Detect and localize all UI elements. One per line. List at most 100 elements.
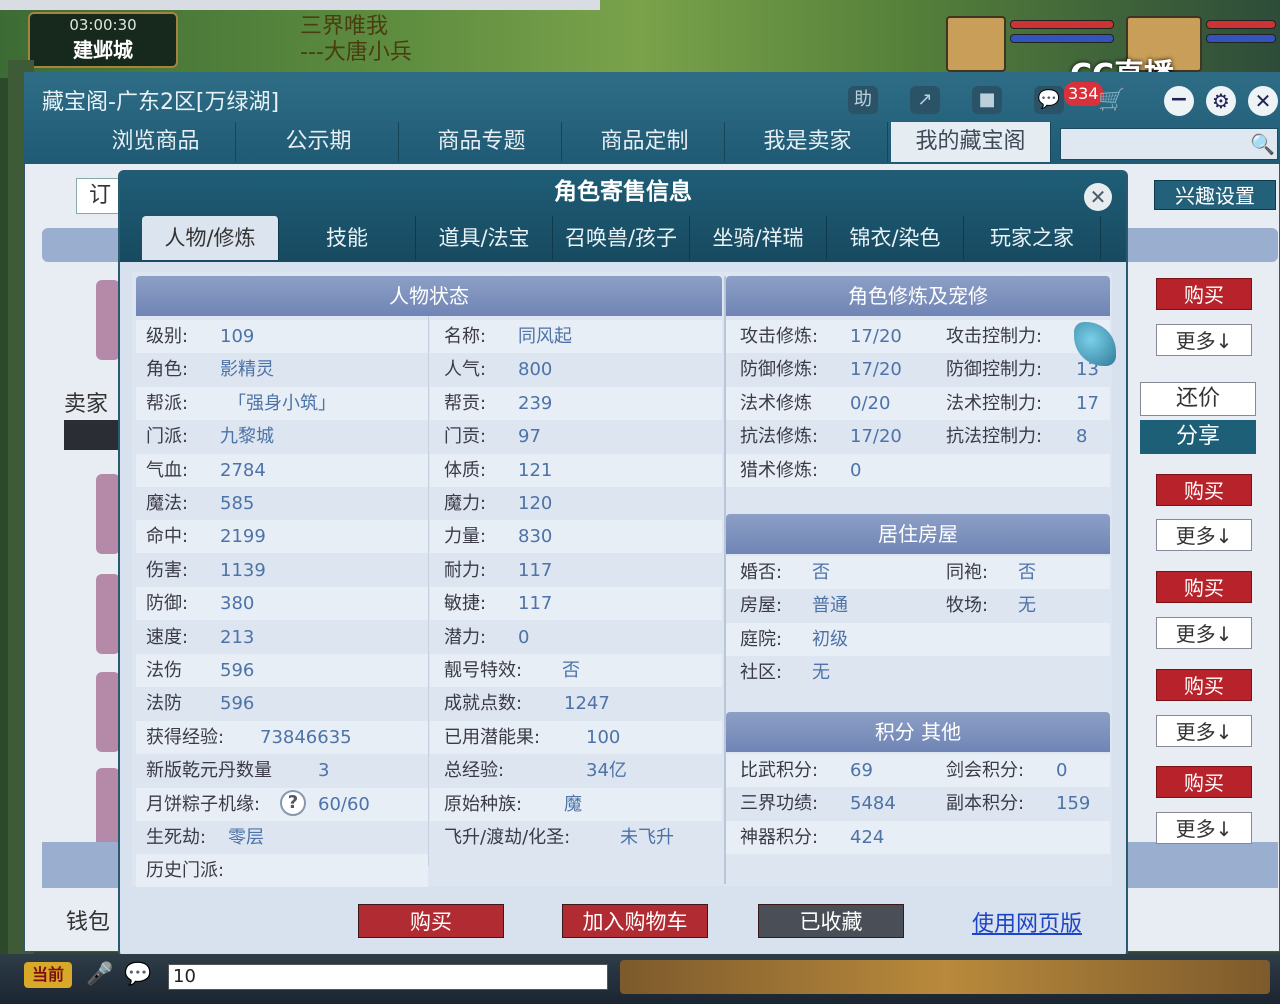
house-section-title: 居住房屋 bbox=[726, 514, 1110, 554]
status-right-5-label: 魔力: bbox=[444, 493, 487, 514]
item-thumbnail[interactable] bbox=[96, 768, 120, 848]
item-thumbnail[interactable] bbox=[96, 672, 120, 752]
browser-tabstrip bbox=[0, 0, 600, 10]
side-more-button[interactable]: 更多↓ bbox=[1156, 519, 1252, 551]
status-right-12-value: 100 bbox=[586, 726, 621, 748]
status-left-2-value: 「强身小筑」 bbox=[228, 392, 336, 414]
dialog-close-icon[interactable]: ✕ bbox=[1084, 183, 1112, 211]
house-2-value: 初级 bbox=[812, 628, 848, 650]
nav-browse[interactable]: 浏览商品 bbox=[76, 122, 236, 162]
nav-publicity[interactable]: 公示期 bbox=[239, 122, 399, 162]
help-icon[interactable]: ? bbox=[280, 790, 306, 816]
cultivation-4-label: 猎术修炼: bbox=[740, 459, 819, 481]
side-buy-button[interactable]: 购买 bbox=[1156, 766, 1252, 798]
status-left-11-label: 法防 bbox=[146, 693, 182, 715]
status-left-5-value: 585 bbox=[220, 493, 255, 514]
npc-title: 三界唯我 bbox=[300, 14, 389, 39]
tab-outfits[interactable]: 锦衣/染色 bbox=[827, 216, 964, 260]
score-section-title: 积分 其他 bbox=[726, 712, 1110, 752]
chat-icon[interactable]: 💬 bbox=[1034, 86, 1064, 114]
cultivation-1-label: 防御修炼: bbox=[740, 359, 819, 381]
side-buy-button[interactable]: 购买 bbox=[1156, 571, 1252, 603]
status-right-13-label: 总经验: bbox=[444, 760, 505, 782]
status-right-10-label: 靓号特效: bbox=[444, 660, 523, 681]
player-mp-bar bbox=[1206, 34, 1276, 43]
chat-bubble-icon[interactable]: 💬 bbox=[124, 962, 151, 987]
score-1-value: 5484 bbox=[850, 793, 896, 815]
nav-my-treasure[interactable]: 我的藏宝阁 bbox=[891, 122, 1051, 162]
chat-input[interactable]: 10 bbox=[168, 964, 608, 990]
side-more-button[interactable]: 更多↓ bbox=[1156, 812, 1252, 844]
status-left-13-value: 3 bbox=[318, 760, 330, 782]
status-right-11-value: 1247 bbox=[564, 693, 610, 715]
cultivation-2-label: 法术修炼 bbox=[740, 392, 812, 414]
add-to-cart-button[interactable]: 加入购物车 bbox=[562, 904, 708, 938]
score2-0-label: 剑会积分: bbox=[946, 760, 1025, 781]
seller-button[interactable] bbox=[64, 420, 124, 450]
pet-portrait[interactable] bbox=[946, 16, 1006, 72]
gear-icon[interactable]: ⚙ bbox=[1206, 86, 1236, 116]
favorited-button[interactable]: 已收藏 bbox=[758, 904, 904, 938]
row-stripe bbox=[726, 556, 1110, 589]
status-left-10-label: 法伤 bbox=[146, 660, 182, 681]
status-right-7-value: 117 bbox=[518, 559, 553, 581]
status-right-3-label: 门贡: bbox=[444, 426, 487, 448]
control-3-value: 8 bbox=[1076, 426, 1088, 448]
buy-button[interactable]: 购买 bbox=[358, 904, 504, 938]
side-buy-button[interactable]: 购买 bbox=[1156, 474, 1252, 506]
score-0-value: 69 bbox=[850, 760, 873, 781]
chat-channel-tab[interactable]: 当前 bbox=[24, 962, 72, 988]
cultivation-3-label: 抗法修炼: bbox=[740, 426, 819, 448]
minimize-icon[interactable]: − bbox=[1164, 86, 1194, 116]
status-right-13-value: 34亿 bbox=[586, 760, 627, 782]
side-more-button[interactable]: 更多↓ bbox=[1156, 324, 1252, 356]
game-function-icons[interactable] bbox=[620, 960, 1270, 994]
stop-icon[interactable]: ■ bbox=[972, 86, 1002, 114]
status-left-3-value: 九黎城 bbox=[220, 426, 274, 448]
status-right-9-value: 0 bbox=[518, 626, 530, 648]
search-icon[interactable]: 🔍 bbox=[1250, 132, 1275, 156]
status-right-14-label: 原始种族: bbox=[444, 793, 523, 815]
microphone-icon[interactable]: 🎤 bbox=[86, 962, 113, 987]
cart-icon[interactable]: 🛒 bbox=[1098, 88, 1125, 113]
npc-name: ---大唐小兵 bbox=[300, 40, 412, 65]
side-buy-button[interactable]: 购买 bbox=[1156, 278, 1252, 310]
item-thumbnail[interactable] bbox=[96, 280, 120, 360]
tab-skills[interactable]: 技能 bbox=[279, 216, 416, 260]
status-left-15-label: 生死劫: bbox=[146, 827, 207, 848]
interest-settings-button[interactable]: 兴趣设置 bbox=[1154, 180, 1276, 210]
item-thumbnail[interactable] bbox=[96, 574, 120, 654]
status-left-6-value: 2199 bbox=[220, 526, 266, 548]
status-right-11-label: 成就点数: bbox=[444, 693, 523, 715]
tab-items[interactable]: 道具/法宝 bbox=[416, 216, 553, 260]
status-left-0-label: 级别: bbox=[146, 326, 189, 347]
tab-mounts[interactable]: 坐骑/祥瑞 bbox=[690, 216, 827, 260]
nav-topics[interactable]: 商品专题 bbox=[402, 122, 562, 162]
share-button[interactable]: 分享 bbox=[1140, 420, 1256, 454]
house2-1-label: 牧场: bbox=[946, 595, 989, 617]
tab-home[interactable]: 玩家之家 bbox=[964, 216, 1101, 260]
score2-1-value: 159 bbox=[1056, 793, 1091, 815]
nav-custom[interactable]: 商品定制 bbox=[565, 122, 725, 162]
side-buy-button[interactable]: 购买 bbox=[1156, 669, 1252, 701]
cultivation-2-value: 0/20 bbox=[850, 392, 891, 414]
city-name: 建邺城 bbox=[73, 38, 133, 62]
nav-seller[interactable]: 我是卖家 bbox=[728, 122, 888, 162]
search-input[interactable] bbox=[1060, 128, 1278, 160]
share-icon[interactable]: ↗ bbox=[910, 86, 940, 114]
status-left-1-label: 角色: bbox=[146, 359, 189, 381]
web-version-link[interactable]: 使用网页版 bbox=[972, 906, 1082, 938]
help-button[interactable]: 助 bbox=[848, 86, 878, 114]
control-2-label: 法术控制力: bbox=[946, 392, 1043, 414]
item-thumbnail[interactable] bbox=[96, 474, 120, 554]
status-right-6-label: 力量: bbox=[444, 526, 487, 548]
status-left-7-value: 1139 bbox=[220, 559, 266, 581]
status-left-0-value: 109 bbox=[220, 326, 255, 347]
tab-summons[interactable]: 召唤兽/孩子 bbox=[553, 216, 690, 260]
tab-character[interactable]: 人物/修炼 bbox=[142, 216, 279, 260]
counter-offer-button[interactable]: 还价 bbox=[1140, 382, 1256, 416]
side-more-button[interactable]: 更多↓ bbox=[1156, 617, 1252, 649]
close-icon[interactable]: ✕ bbox=[1248, 86, 1278, 116]
status-section-title: 人物状态 bbox=[136, 276, 722, 316]
side-more-button[interactable]: 更多↓ bbox=[1156, 715, 1252, 747]
